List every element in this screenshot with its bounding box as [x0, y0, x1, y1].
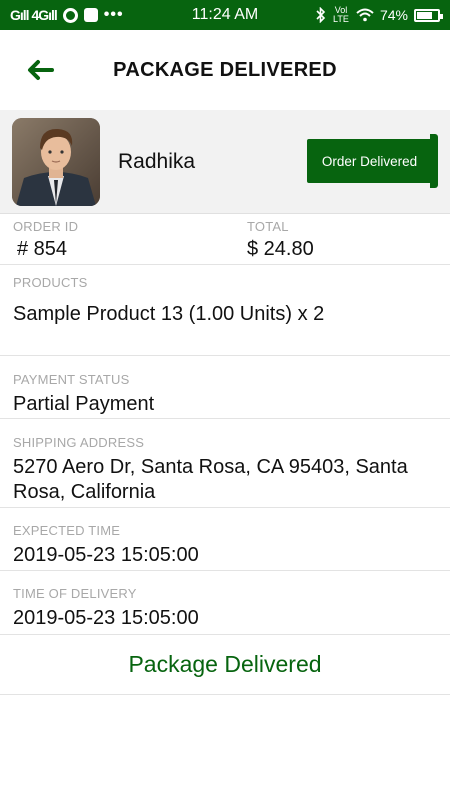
- empty-area: [0, 696, 450, 800]
- customer-row: Radhika Order Delivered: [0, 110, 450, 214]
- delivery-time-label: TIME OF DELIVERY: [13, 586, 137, 601]
- order-summary-section: ORDER ID # 854 TOTAL $ 24.80: [0, 214, 450, 265]
- status-bar: Gıll 4Gıll ••• 11:24 AM Vol LTE 74%: [0, 0, 450, 30]
- expected-time-section: EXPECTED TIME 2019-05-23 15:05:00: [0, 508, 450, 571]
- delivery-time-section: TIME OF DELIVERY 2019-05-23 15:05:00: [0, 571, 450, 635]
- wifi-icon: [356, 8, 374, 22]
- order-status-label: Order Delivered: [307, 139, 432, 183]
- total-label: TOTAL: [247, 219, 289, 234]
- shipping-address-label: SHIPPING ADDRESS: [13, 435, 145, 450]
- network-signal-text: Gıll 4Gıll: [10, 7, 58, 23]
- page-title: PACKAGE DELIVERED: [113, 58, 337, 81]
- payment-status-value: Partial Payment: [13, 393, 155, 415]
- battery-icon: [414, 8, 443, 22]
- back-arrow-icon: [28, 60, 54, 80]
- total-value: $ 24.80: [247, 238, 314, 260]
- order-id-value: # 854: [17, 238, 68, 260]
- customer-photo: [12, 118, 100, 206]
- payment-status-label: PAYMENT STATUS: [13, 372, 130, 387]
- shipping-section: SHIPPING ADDRESS 5270 Aero Dr, Santa Ros…: [0, 419, 450, 508]
- expected-time-label: EXPECTED TIME: [13, 523, 121, 538]
- order-status-button[interactable]: Order Delivered: [307, 134, 438, 188]
- expected-time-value: 2019-05-23 15:05:00: [13, 544, 199, 566]
- products-label: PRODUCTS: [13, 275, 88, 290]
- order-id-label: ORDER ID: [13, 219, 79, 234]
- battery-percent: 74%: [379, 7, 408, 23]
- app-header: PACKAGE DELIVERED: [0, 30, 450, 110]
- customer-name: Radhika: [118, 150, 196, 173]
- payment-section: PAYMENT STATUS Partial Payment: [0, 356, 450, 419]
- more-notifications-icon: •••: [103, 6, 124, 23]
- volte-indicator: Vol LTE: [333, 5, 349, 24]
- chrome-icon: [62, 7, 78, 23]
- products-section: PRODUCTS Sample Product 13 (1.00 Units) …: [0, 265, 450, 356]
- status-button-tab: [430, 134, 438, 188]
- status-bar-right: Vol LTE 74%: [316, 5, 443, 24]
- status-bar-left: Gıll 4Gıll •••: [10, 6, 124, 24]
- package-delivered-button[interactable]: Package Delivered: [0, 635, 450, 695]
- products-value: Sample Product 13 (1.00 Units) x 2: [13, 303, 325, 325]
- shipping-address-value: 5270 Aero Dr, Santa Rosa, CA 95403, Sant…: [13, 456, 408, 503]
- bluetooth-icon: [316, 7, 326, 23]
- delivery-time-value: 2019-05-23 15:05:00: [13, 607, 199, 629]
- message-icon: [83, 8, 98, 22]
- battery-fill: [417, 11, 432, 19]
- back-button[interactable]: [22, 52, 58, 88]
- avatar: [12, 118, 100, 206]
